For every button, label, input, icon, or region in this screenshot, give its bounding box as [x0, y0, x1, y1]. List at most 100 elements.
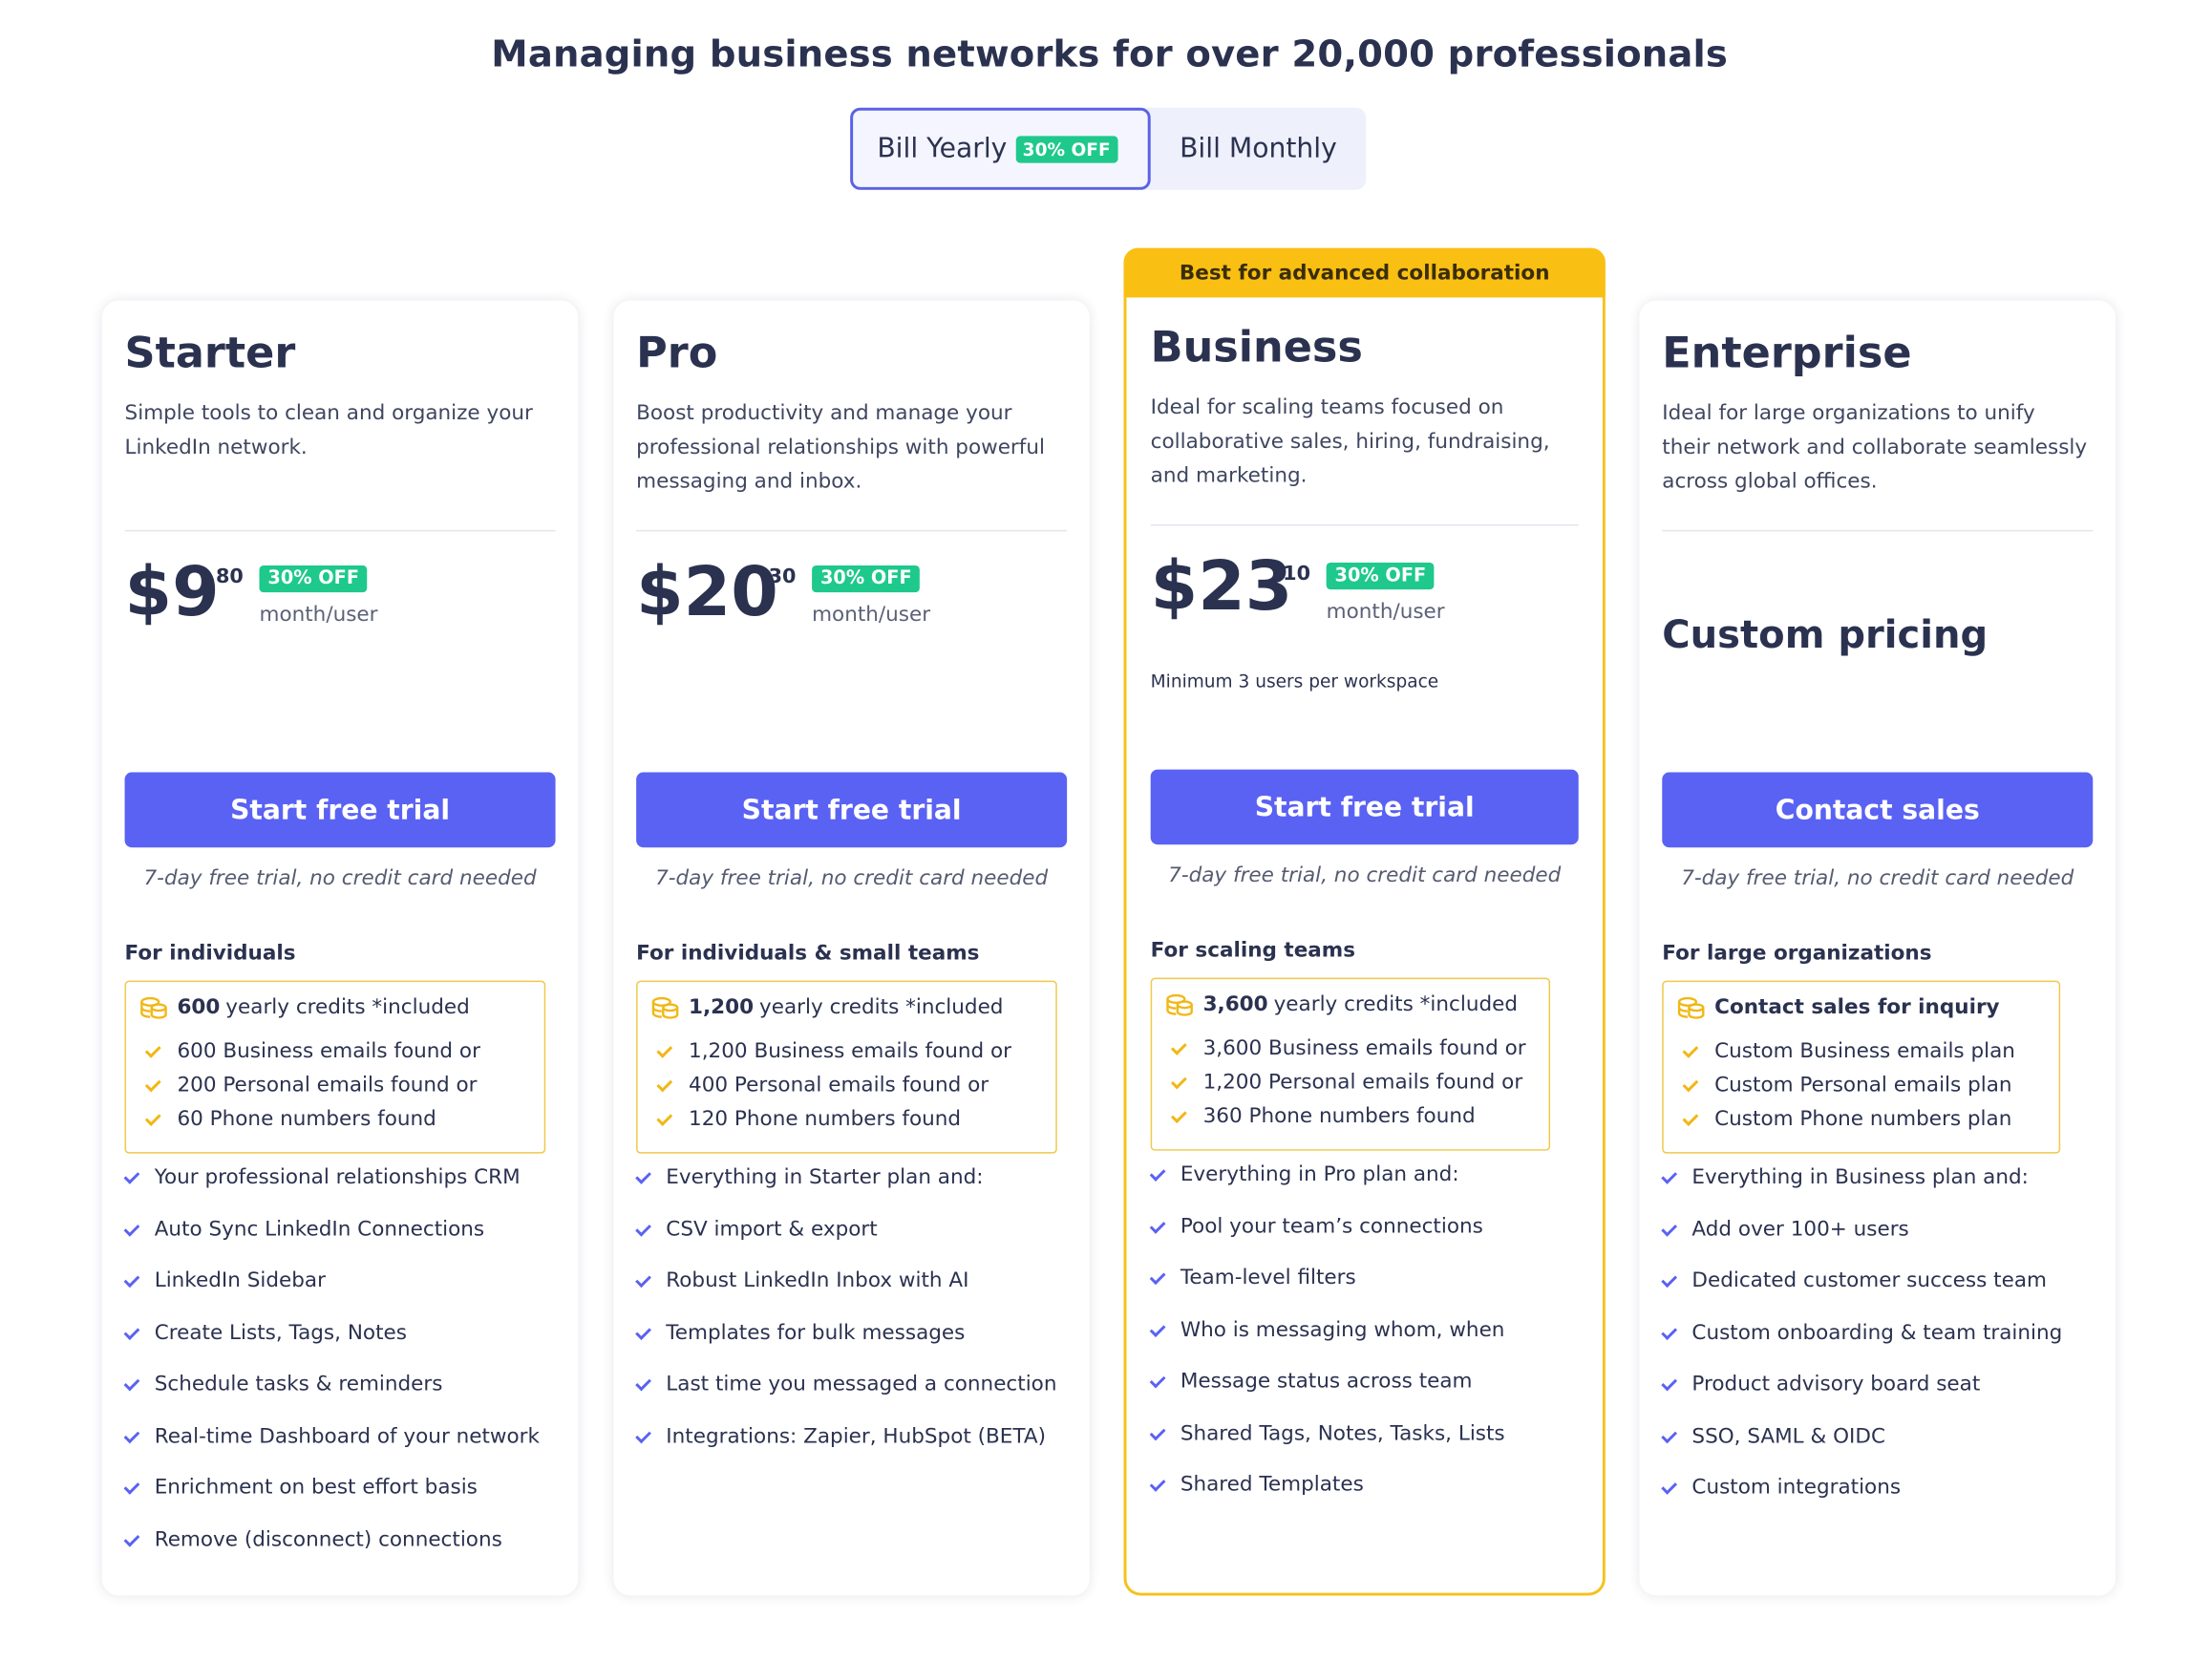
- credits-box: 1,200 yearly credits *included 1,200 Bus…: [636, 980, 1057, 1154]
- credits-text: yearly credits *included: [1273, 993, 1519, 1016]
- check-icon: [123, 1530, 140, 1546]
- plan-description: Simple tools to clean and organize your …: [124, 402, 533, 459]
- credit-item-label: 60 Phone numbers found: [177, 1108, 436, 1131]
- check-icon: [635, 1323, 651, 1340]
- plan-description: Boost productivity and manage your profe…: [636, 402, 1045, 494]
- feature-label: Custom onboarding & team training: [1691, 1322, 2063, 1345]
- feature-item: Pool your team’s connections: [1149, 1216, 1483, 1239]
- credit-item-label: 120 Phone numbers found: [689, 1108, 962, 1131]
- feature-label: Integrations: Zapier, HubSpot (BETA): [666, 1425, 1046, 1449]
- plan-name: Starter: [124, 329, 296, 379]
- credit-item: 400 Personal emails found or: [656, 1074, 989, 1097]
- feature-item: Custom onboarding & team training: [1661, 1322, 2063, 1345]
- feature-label: Your professional relationships CRM: [154, 1166, 521, 1189]
- discount-badge: 30% OFF: [259, 565, 368, 593]
- feature-item: Dedicated customer success team: [1661, 1269, 2047, 1293]
- credit-item-label: 3,600 Business emails found or: [1202, 1036, 1526, 1060]
- feature-item: Robust LinkedIn Inbox with AI: [635, 1269, 968, 1292]
- credit-item: 360 Phone numbers found: [1170, 1105, 1476, 1128]
- check-icon: [1170, 1106, 1187, 1123]
- feature-item: Integrations: Zapier, HubSpot (BETA): [635, 1425, 1046, 1449]
- credits-box: Contact sales for inquiry Custom Busines…: [1662, 980, 2061, 1154]
- credit-item: 1,200 Personal emails found or: [1170, 1071, 1523, 1095]
- plan-card-starter: Starter Simple tools to clean and organi…: [101, 300, 579, 1596]
- credit-item-label: 400 Personal emails found or: [689, 1074, 989, 1097]
- credits-amount: 1,200: [689, 995, 755, 1019]
- feature-label: Message status across team: [1180, 1370, 1473, 1394]
- check-icon: [1661, 1167, 1678, 1184]
- divider: [124, 529, 556, 532]
- credits-line: 1,200 yearly credits *included: [651, 996, 1003, 1019]
- start-free-trial-button[interactable]: Start free trial: [124, 772, 556, 848]
- price-amount: $9: [124, 552, 220, 632]
- plan-name: Pro: [636, 329, 718, 379]
- discount-badge: 30% OFF: [1326, 562, 1436, 590]
- divider: [1150, 523, 1579, 526]
- price-amount: $23: [1150, 546, 1293, 627]
- credit-item-label: 1,200 Personal emails found or: [1202, 1071, 1523, 1095]
- credit-item-label: Custom Personal emails plan: [1714, 1074, 2012, 1097]
- check-icon: [1170, 1038, 1187, 1055]
- divider: [636, 529, 1068, 532]
- feature-item: Custom integrations: [1661, 1477, 1901, 1500]
- feature-label: Templates for bulk messages: [666, 1322, 966, 1345]
- credit-item-label: Custom Phone numbers plan: [1714, 1108, 2012, 1131]
- check-icon: [1661, 1270, 1678, 1288]
- feature-label: Everything in Starter plan and:: [666, 1166, 984, 1189]
- credit-item-label: 1,200 Business emails found or: [689, 1039, 1012, 1063]
- check-icon: [635, 1270, 651, 1288]
- check-icon: [1149, 1320, 1166, 1337]
- bill-monthly-option[interactable]: Bill Monthly: [1151, 108, 1367, 190]
- feature-item: Templates for bulk messages: [635, 1322, 966, 1345]
- feature-item: Auto Sync LinkedIn Connections: [123, 1218, 485, 1242]
- feature-label: LinkedIn Sidebar: [154, 1269, 326, 1293]
- feature-item: Shared Templates: [1149, 1474, 1364, 1497]
- feature-label: Everything in Pro plan and:: [1180, 1163, 1459, 1186]
- feature-label: Everything in Business plan and:: [1691, 1166, 2029, 1189]
- credits-amount: 600: [177, 995, 221, 1019]
- check-icon: [1661, 1478, 1678, 1494]
- credits-amount: Contact sales for inquiry: [1714, 995, 2000, 1019]
- feature-label: Create Lists, Tags, Notes: [154, 1322, 407, 1345]
- billing-toggle: Bill Yearly 30% OFF Bill Monthly: [850, 107, 1367, 190]
- start-free-trial-button[interactable]: Start free trial: [636, 772, 1068, 848]
- feature-item: Everything in Starter plan and:: [635, 1166, 984, 1189]
- plan-name: Business: [1150, 323, 1363, 373]
- check-icon: [635, 1426, 651, 1443]
- check-icon: [1149, 1268, 1166, 1285]
- credit-item: Custom Phone numbers plan: [1682, 1108, 2012, 1131]
- feature-label: Product advisory board seat: [1691, 1373, 1981, 1396]
- audience-label: For individuals: [124, 942, 296, 966]
- feature-item: Everything in Pro plan and:: [1149, 1163, 1459, 1186]
- feature-label: Auto Sync LinkedIn Connections: [154, 1218, 485, 1242]
- price-cents: .30: [760, 565, 797, 588]
- price-cents: .80: [208, 565, 244, 588]
- feature-label: Shared Tags, Notes, Tasks, Lists: [1180, 1422, 1505, 1446]
- start-free-trial-button[interactable]: Start free trial: [1150, 769, 1579, 845]
- feature-label: SSO, SAML & OIDC: [1691, 1425, 1885, 1449]
- price-unit: month/user: [1326, 601, 1445, 624]
- feature-item: LinkedIn Sidebar: [123, 1269, 326, 1293]
- check-icon: [1149, 1164, 1166, 1182]
- credits-text: yearly credits *included: [759, 995, 1004, 1019]
- credit-item-label: Custom Business emails plan: [1714, 1039, 2015, 1063]
- check-icon: [1149, 1217, 1166, 1233]
- check-icon: [144, 1075, 161, 1092]
- bill-yearly-option[interactable]: Bill Yearly 30% OFF: [850, 107, 1151, 190]
- featured-banner: Best for advanced collaboration: [1123, 247, 1606, 298]
- check-icon: [123, 1167, 140, 1184]
- credit-item: 60 Phone numbers found: [144, 1108, 436, 1131]
- feature-item: Who is messaging whom, when: [1149, 1319, 1504, 1342]
- check-icon: [123, 1374, 140, 1391]
- price-unit: month/user: [812, 604, 931, 627]
- minimum-users-note: Minimum 3 users per workspace: [1150, 670, 1439, 692]
- trial-note: 7-day free trial, no credit card needed: [655, 866, 1049, 890]
- plan-card-business: Business Ideal for scaling teams focused…: [1123, 297, 1606, 1596]
- feature-item: Enrichment on best effort basis: [123, 1476, 478, 1500]
- feature-label: Dedicated customer success team: [1691, 1269, 2047, 1293]
- contact-sales-button[interactable]: Contact sales: [1662, 772, 2094, 848]
- feature-item: Product advisory board seat: [1661, 1373, 1981, 1396]
- feature-label: Enrichment on best effort basis: [154, 1476, 478, 1500]
- feature-item: Everything in Business plan and:: [1661, 1166, 2029, 1189]
- bill-yearly-label: Bill Yearly: [877, 133, 1008, 165]
